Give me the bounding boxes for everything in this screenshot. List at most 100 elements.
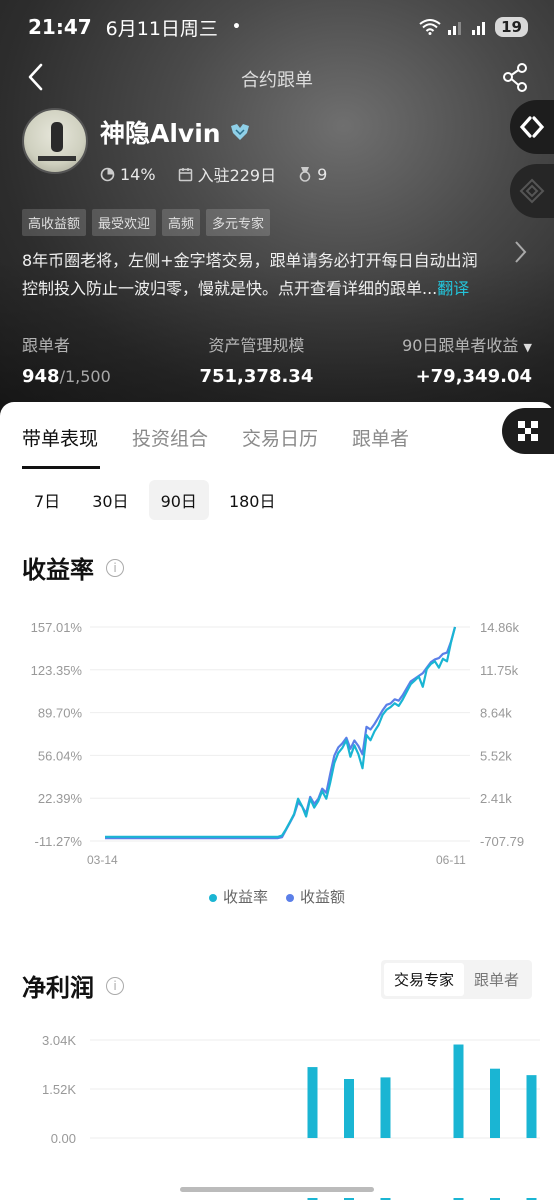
profit-bar bbox=[307, 1067, 318, 1138]
chevron-right-icon[interactable] bbox=[512, 238, 528, 266]
verified-badge-icon bbox=[230, 124, 249, 140]
right-tick-label: 5.52k bbox=[480, 748, 512, 763]
profit-bar bbox=[453, 1044, 464, 1138]
status-time: 21:47 bbox=[28, 15, 92, 39]
days-joined: 入驻229日 bbox=[178, 162, 277, 186]
days-joined-value: 入驻229日 bbox=[197, 166, 277, 185]
home-indicator bbox=[180, 1187, 374, 1192]
right-tick-label: 2.41k bbox=[480, 791, 512, 806]
trader-name-row: 神隐Alvin bbox=[100, 114, 327, 150]
win-rate-value: 14% bbox=[120, 164, 156, 184]
segment-followers[interactable]: 跟单者 bbox=[464, 963, 529, 996]
left-tick-label: 89.70% bbox=[38, 706, 83, 721]
series-line-return-rate bbox=[105, 626, 457, 838]
chart-legend: 收益率 收益额 bbox=[0, 886, 554, 907]
qr-code-button[interactable] bbox=[502, 408, 554, 454]
period-180d[interactable]: 180日 bbox=[217, 480, 288, 520]
tag-diverse-expert: 多元专家 bbox=[206, 209, 271, 236]
period-30d[interactable]: 30日 bbox=[80, 480, 140, 520]
series-line-return-amount bbox=[105, 626, 457, 840]
left-tick-label: -11.27% bbox=[35, 834, 83, 849]
returns-title: 收益率 bbox=[22, 556, 94, 584]
trader-name: 神隐Alvin bbox=[100, 119, 221, 148]
segment-expert[interactable]: 交易专家 bbox=[383, 963, 464, 996]
active-tab-indicator bbox=[22, 466, 100, 469]
x-start-label: 03-14 bbox=[87, 853, 118, 867]
signal-2-icon bbox=[472, 22, 486, 35]
tab-followers[interactable]: 跟单者 bbox=[352, 424, 409, 451]
tag-high-profit: 高收益额 bbox=[22, 209, 87, 236]
trader-stats: 跟单者 948/1,500 资产管理规模 751,378.34 90日跟单者收益… bbox=[22, 332, 532, 387]
rank-value: 9 bbox=[317, 164, 328, 184]
left-tick-label: 157.01% bbox=[31, 620, 83, 635]
followers-max: /1,500 bbox=[59, 367, 111, 386]
y-tick-label: 3.04K bbox=[42, 1033, 76, 1048]
trader-profile: 神隐Alvin 14% 入驻229日 9 bbox=[22, 108, 327, 186]
left-tick-label: 56.04% bbox=[38, 748, 83, 763]
code-brackets-icon bbox=[519, 116, 545, 138]
trader-bio[interactable]: 8年币圈老将，左侧+金字塔交易，跟单请务必打开每日自动出润 控制投入防止一波归零… bbox=[22, 247, 492, 303]
tab-performance[interactable]: 带单表现 bbox=[22, 424, 98, 451]
aum-value: 751,378.34 bbox=[199, 366, 314, 387]
wifi-icon bbox=[419, 19, 441, 35]
share-icon[interactable] bbox=[500, 60, 530, 94]
performance-card: 带单表现 投资组合 交易日历 跟单者 7日 30日 90日 180日 收益率 i… bbox=[0, 402, 554, 1200]
legend-return-rate[interactable]: 收益率 bbox=[208, 886, 268, 907]
win-rate: 14% bbox=[100, 165, 156, 184]
signal-icon bbox=[448, 22, 462, 35]
left-tick-label: 123.35% bbox=[31, 663, 83, 678]
bio-line-1: 8年币圈老将，左侧+金字塔交易，跟单请务必打开每日自动出润 bbox=[22, 251, 478, 270]
left-tick-label: 22.39% bbox=[38, 791, 83, 806]
legend-return-amount[interactable]: 收益额 bbox=[286, 886, 345, 907]
period-selector: 7日 30日 90日 180日 bbox=[22, 480, 287, 520]
binance-logo-icon bbox=[519, 178, 545, 204]
right-tick-label: 8.64k bbox=[480, 706, 512, 721]
info-icon[interactable]: i bbox=[106, 976, 124, 995]
profit-bar bbox=[526, 1075, 537, 1138]
x-end-label: 06-11 bbox=[436, 853, 466, 867]
qr-code-icon bbox=[518, 421, 538, 441]
nav-bar: 合约跟单 bbox=[0, 58, 554, 98]
returns-title-row: 收益率 i bbox=[22, 550, 124, 585]
tab-calendar[interactable]: 交易日历 bbox=[242, 424, 318, 451]
dropdown-triangle-icon[interactable]: ▼ bbox=[524, 341, 532, 354]
period-7d[interactable]: 7日 bbox=[22, 480, 72, 520]
y-tick-label: 1.52K bbox=[42, 1082, 76, 1097]
profit-bar bbox=[380, 1077, 391, 1138]
info-icon[interactable]: i bbox=[106, 558, 124, 577]
returns-line-chart: 157.01% 14.86k 123.35% 11.75k 89.70% 8.64k 56.… bbox=[31, 620, 524, 867]
page-title: 合约跟单 bbox=[241, 70, 313, 91]
pie-chart-icon bbox=[100, 167, 115, 181]
profit-bar bbox=[490, 1068, 500, 1138]
tab-bar: 带单表现 投资组合 交易日历 跟单者 bbox=[22, 424, 409, 451]
bio-line-2: 控制投入防止一波归零，慢就是快。点开查看详细的跟单... bbox=[22, 279, 438, 298]
status-date: 6月11日周三 bbox=[105, 17, 218, 40]
status-icons: 19 bbox=[419, 17, 528, 37]
profit-bar bbox=[344, 1079, 354, 1138]
net-profit-title-row: 净利润 i bbox=[22, 968, 124, 1003]
net-profit-segment: 交易专家 跟单者 bbox=[380, 960, 532, 999]
battery-indicator: 19 bbox=[495, 17, 528, 37]
tab-portfolio[interactable]: 投资组合 bbox=[132, 424, 208, 451]
right-tick-label: 11.75k bbox=[480, 663, 519, 678]
right-tick-label: 14.86k bbox=[480, 620, 520, 635]
legend-return-rate-label: 收益率 bbox=[222, 888, 268, 906]
right-tick-label: -707.79 bbox=[480, 834, 524, 849]
y-tick-label: 0.00 bbox=[51, 1131, 76, 1146]
follower-profit-stat[interactable]: 90日跟单者收益 ▼ +79,349.04 bbox=[402, 332, 532, 387]
period-90d[interactable]: 90日 bbox=[148, 480, 209, 520]
status-bar: 21:47 6月11日周三 • 19 bbox=[28, 14, 528, 40]
net-profit-title: 净利润 bbox=[22, 974, 94, 1002]
avatar[interactable] bbox=[22, 108, 88, 174]
aum-stat: 资产管理规模 751,378.34 bbox=[199, 332, 313, 387]
calendar-icon bbox=[178, 167, 192, 181]
follower-profit-value: +79,349.04 bbox=[415, 366, 532, 387]
follower-profit-label: 90日跟单者收益 bbox=[402, 336, 519, 355]
net-profit-bar-chart: 3.04K 1.52K 0.00 bbox=[42, 1033, 540, 1200]
tag-most-popular: 最受欢迎 bbox=[92, 209, 157, 236]
medal-icon bbox=[299, 167, 311, 182]
legend-return-amount-label: 收益额 bbox=[300, 888, 346, 906]
translate-link[interactable]: 翻译 bbox=[437, 279, 469, 298]
tag-high-frequency: 高频 bbox=[162, 209, 201, 236]
followers-stat: 跟单者 948/1,500 bbox=[22, 332, 111, 387]
